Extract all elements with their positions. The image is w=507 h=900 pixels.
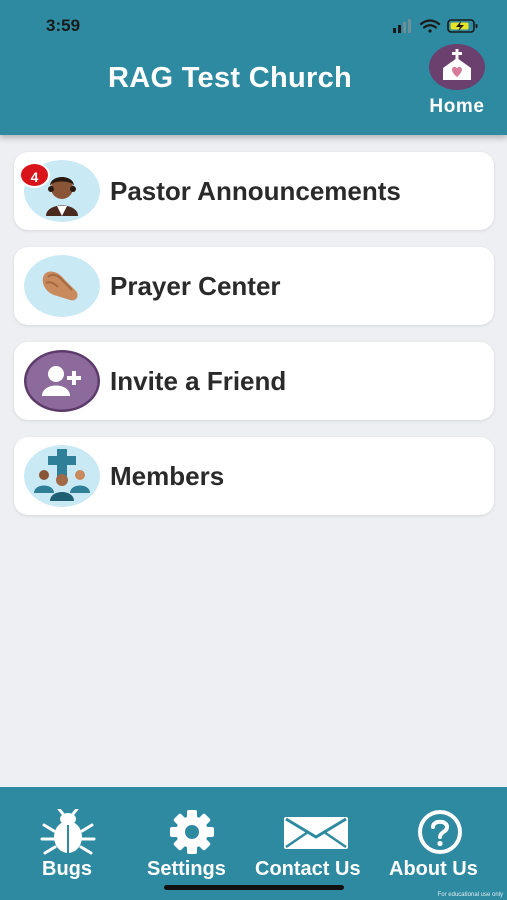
tab-label: Settings bbox=[147, 858, 226, 880]
menu-item-pastor-announcements[interactable]: 4 Pastor Announcements bbox=[14, 152, 494, 230]
wifi-icon bbox=[419, 19, 441, 33]
tab-about-us[interactable]: About Us bbox=[388, 787, 492, 900]
menu-item-label: Invite a Friend bbox=[110, 366, 287, 396]
menu-item-label: Pastor Announcements bbox=[110, 176, 401, 206]
gear-icon bbox=[170, 810, 214, 854]
tab-label: Contact Us bbox=[255, 858, 361, 880]
bottom-tab-bar: Bugs Settings Contact Us About Us bbox=[0, 787, 507, 900]
app-header: 3:59 RAG Test Church Home bbox=[0, 0, 507, 135]
watermark: For educational use only bbox=[437, 892, 503, 898]
tab-contact-us[interactable]: Contact Us bbox=[254, 787, 378, 900]
help-circle-icon bbox=[418, 810, 462, 854]
envelope-icon bbox=[284, 817, 348, 849]
main-menu: 4 Pastor Announcements Prayer Center Inv… bbox=[14, 152, 494, 532]
cellular-signal-icon bbox=[393, 19, 411, 33]
menu-item-invite-a-friend[interactable]: Invite a Friend bbox=[14, 342, 494, 420]
church-home-icon bbox=[429, 44, 485, 90]
praying-hands-icon bbox=[24, 255, 100, 317]
add-user-icon bbox=[24, 350, 100, 412]
home-button[interactable]: Home bbox=[414, 44, 500, 124]
status-icons bbox=[393, 19, 478, 33]
app-title: RAG Test Church bbox=[108, 62, 353, 94]
tab-label: About Us bbox=[389, 858, 478, 880]
tab-bugs[interactable]: Bugs bbox=[32, 787, 106, 900]
home-indicator bbox=[164, 885, 344, 890]
bug-icon bbox=[40, 809, 96, 855]
status-time: 3:59 bbox=[46, 16, 81, 35]
members-icon bbox=[24, 445, 100, 507]
tab-label: Bugs bbox=[42, 858, 92, 880]
home-label: Home bbox=[429, 96, 485, 117]
menu-item-label: Members bbox=[110, 461, 225, 491]
menu-item-label: Prayer Center bbox=[110, 271, 281, 301]
menu-item-prayer-center[interactable]: Prayer Center bbox=[14, 247, 494, 325]
tab-settings[interactable]: Settings bbox=[144, 787, 242, 900]
notification-badge: 4 bbox=[19, 162, 50, 188]
battery-icon bbox=[447, 19, 478, 33]
menu-item-members[interactable]: Members bbox=[14, 437, 494, 515]
